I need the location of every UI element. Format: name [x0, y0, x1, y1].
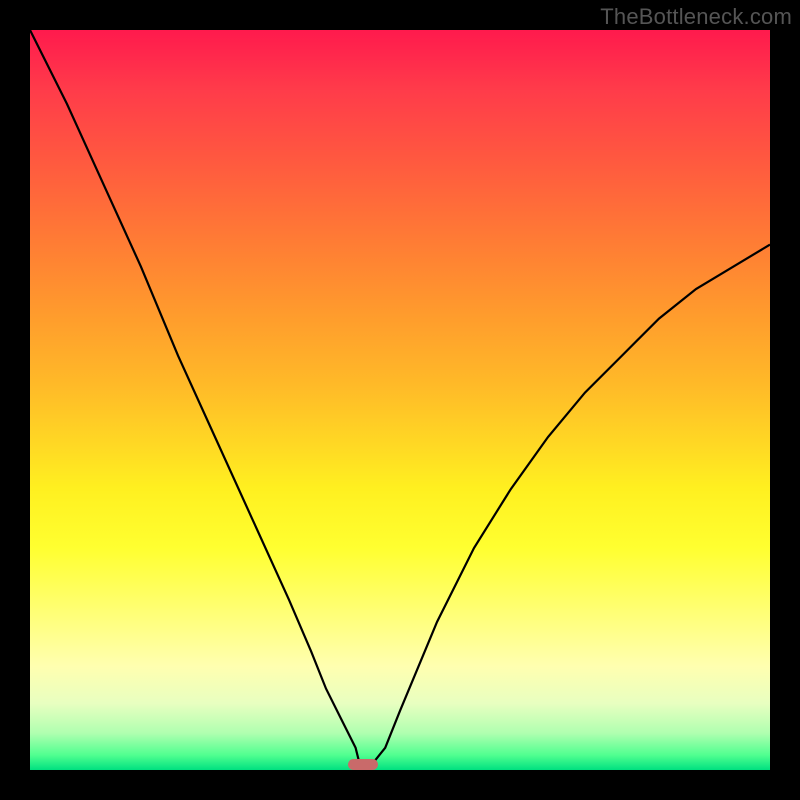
frame: TheBottleneck.com: [0, 0, 800, 800]
chart-svg: [30, 30, 770, 770]
plot-area: [30, 30, 770, 770]
minimum-marker: [348, 759, 378, 770]
watermark-text: TheBottleneck.com: [600, 4, 792, 30]
bottleneck-curve: [30, 30, 770, 770]
